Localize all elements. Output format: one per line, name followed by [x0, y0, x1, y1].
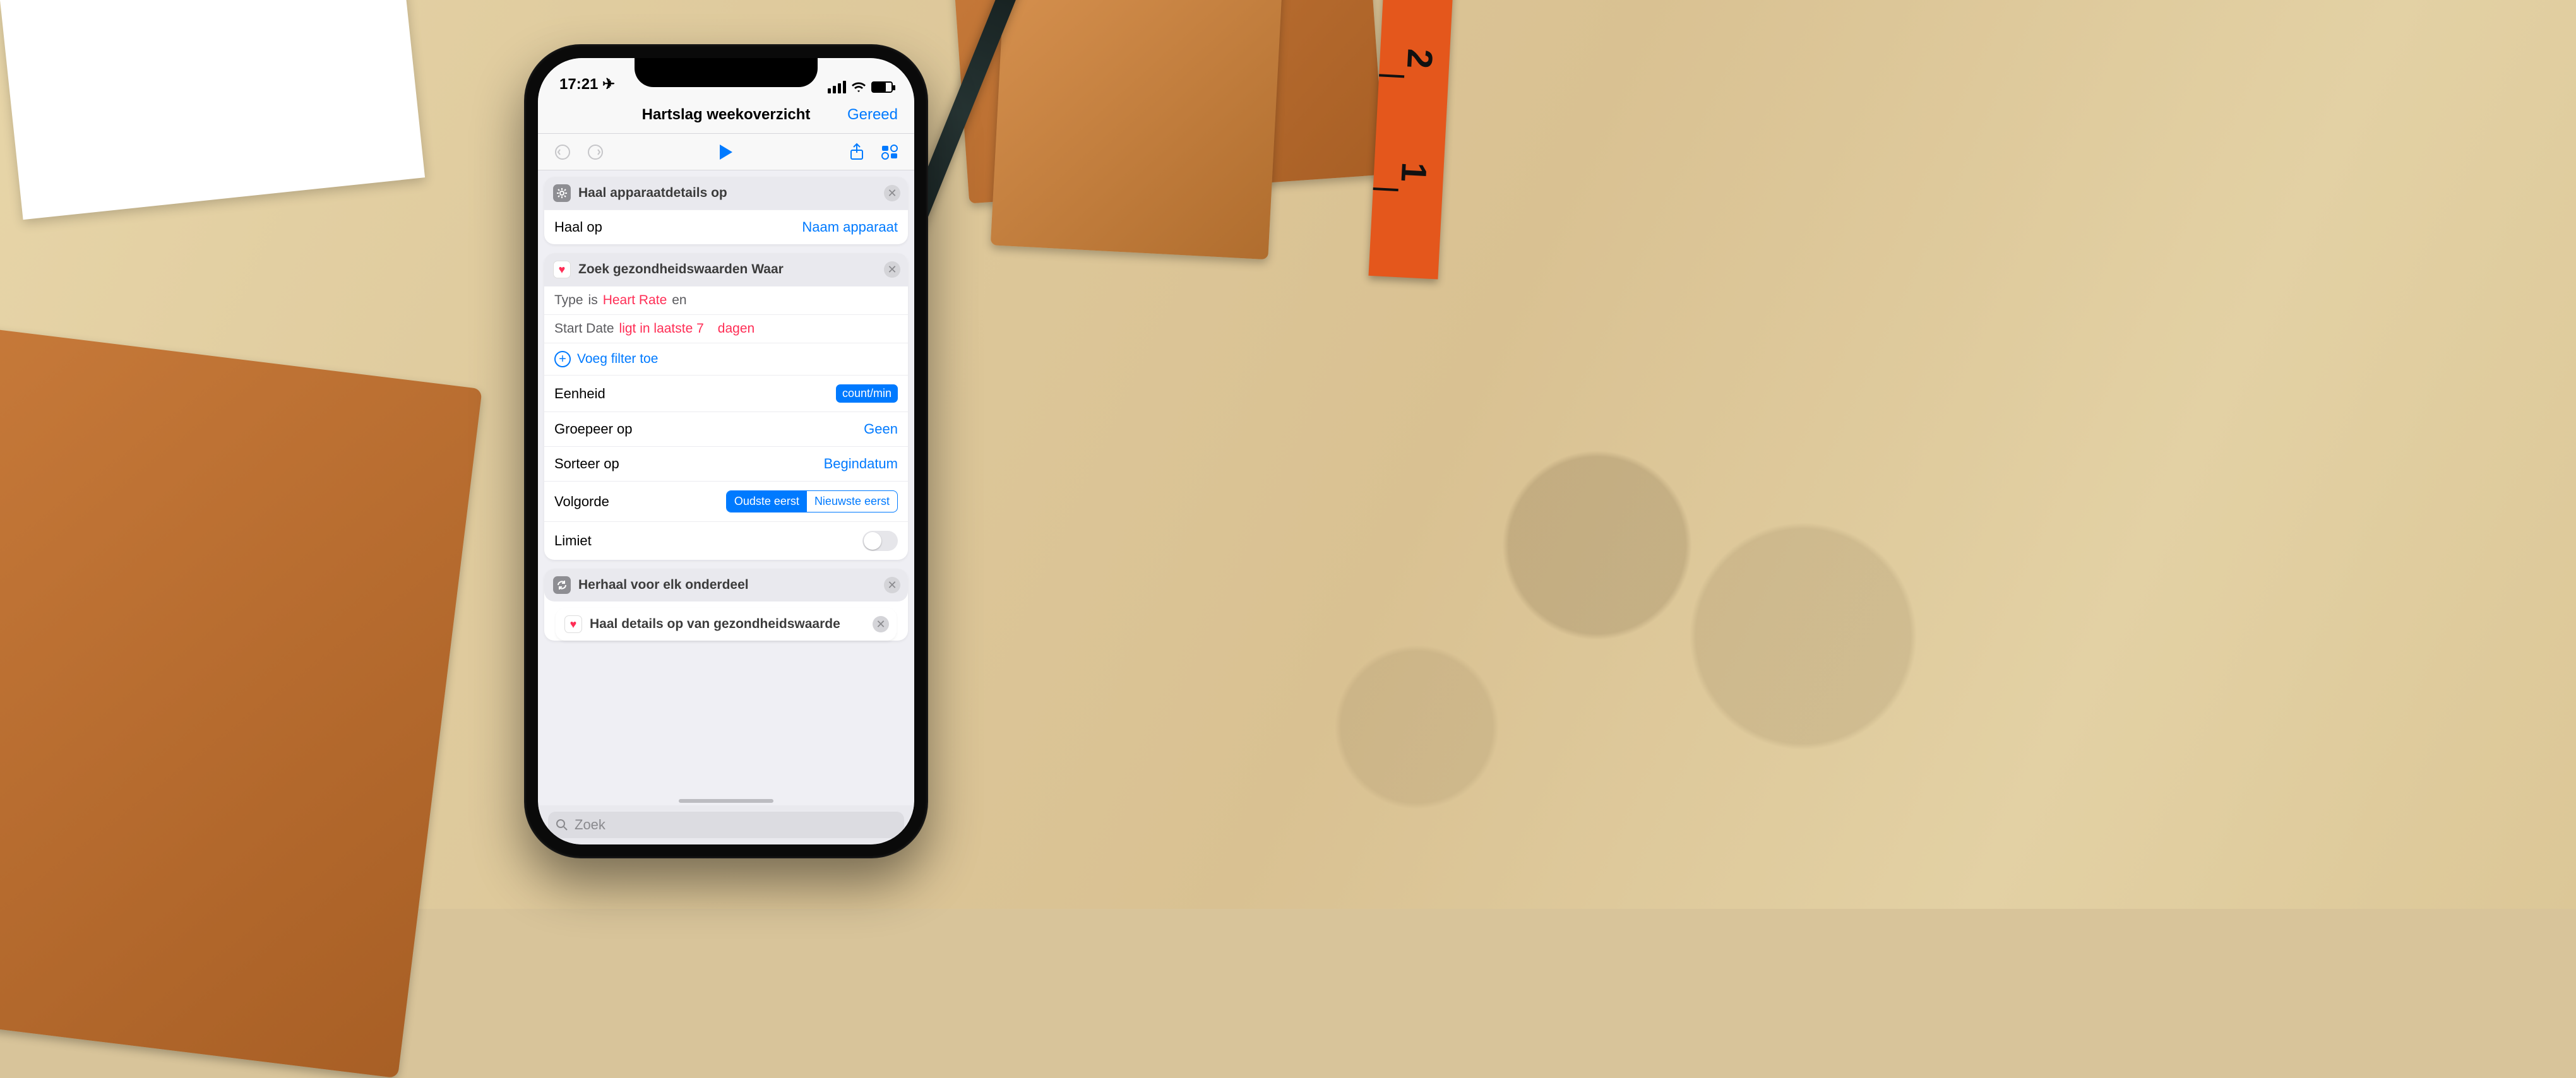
limit-switch[interactable]: [862, 531, 898, 551]
share-button[interactable]: [846, 141, 868, 163]
settings-toggle-button[interactable]: [879, 141, 900, 163]
play-icon: [720, 145, 732, 160]
ruler-mark: 1: [1393, 162, 1436, 184]
phone-screen: 17:21 ✈︎ Hartslag weekoverzicht Gereed: [538, 58, 914, 844]
redo-button[interactable]: [585, 141, 606, 163]
order-newest[interactable]: Nieuwste eerst: [807, 491, 897, 512]
filter-value[interactable]: Heart Rate: [603, 293, 667, 308]
leather-prop: [991, 0, 1282, 259]
group-value[interactable]: Geen: [864, 421, 898, 437]
undo-button[interactable]: [552, 141, 573, 163]
gear-icon: [553, 184, 571, 202]
page-title: Hartslag weekoverzicht: [642, 106, 811, 124]
row-label: Sorteer op: [554, 456, 619, 472]
row-label: Haal op: [554, 219, 602, 235]
action-card-device-details[interactable]: Haal apparaatdetails op ✕ Haal op Naam a…: [544, 177, 908, 244]
repeat-icon: [553, 576, 571, 594]
filter-unit[interactable]: dagen: [718, 321, 754, 336]
unit-badge[interactable]: count/min: [836, 384, 898, 403]
search-input[interactable]: Zoek: [548, 812, 904, 838]
heart-icon: ♥: [553, 261, 571, 278]
delete-action-button[interactable]: ✕: [884, 261, 900, 278]
iphone-frame: 17:21 ✈︎ Hartslag weekoverzicht Gereed: [524, 44, 928, 858]
action-card-find-health[interactable]: ♥ Zoek gezondheidswaarden Waar ✕ Type is…: [544, 253, 908, 560]
action-title: Haal details op van gezondheidswaarde: [590, 617, 840, 632]
search-bar-container: Zoek: [538, 805, 914, 844]
filter-conj: en: [672, 293, 686, 308]
row-label: Groepeer op: [554, 421, 633, 437]
done-button[interactable]: Gereed: [847, 106, 898, 124]
delete-action-button[interactable]: ✕: [884, 577, 900, 593]
row-label: Limiet: [554, 533, 592, 549]
device-name-value[interactable]: Naam apparaat: [802, 219, 898, 235]
cellular-icon: [828, 81, 846, 93]
nested-action-card[interactable]: ♥ Haal details op van gezondheidswaarde …: [556, 608, 897, 641]
row-label: Volgorde: [554, 494, 609, 510]
order-oldest[interactable]: Oudste eerst: [727, 491, 807, 512]
delete-action-button[interactable]: ✕: [884, 185, 900, 201]
ruler-prop: 2 1: [1369, 0, 1454, 280]
notch: [635, 58, 818, 87]
desk-background: 2 1 17:21 ✈︎ Hartslag weekoverzicht Ge: [0, 0, 2576, 909]
search-placeholder: Zoek: [575, 817, 605, 833]
filter-op[interactable]: is: [588, 293, 598, 308]
paper-prop: [0, 0, 425, 220]
delete-action-button[interactable]: ✕: [873, 616, 889, 632]
filter-op[interactable]: ligt in laatste 7: [619, 321, 704, 336]
plus-icon: +: [554, 351, 571, 367]
heart-icon: ♥: [564, 615, 582, 633]
filter-field[interactable]: Type: [554, 293, 583, 308]
nav-bar: Hartslag weekoverzicht Gereed: [538, 96, 914, 134]
action-title: Haal apparaatdetails op: [578, 186, 727, 201]
action-title: Herhaal voor elk onderdeel: [578, 578, 749, 593]
order-segmented[interactable]: Oudste eerst Nieuwste eerst: [726, 490, 898, 512]
action-title: Zoek gezondheidswaarden Waar: [578, 262, 784, 277]
search-icon: [556, 819, 568, 831]
battery-icon: [871, 81, 893, 93]
sort-value[interactable]: Begindatum: [824, 456, 898, 472]
status-time: 17:21 ✈︎: [559, 75, 615, 93]
toolbar: [538, 134, 914, 170]
add-filter-button[interactable]: + Voeg filter toe: [544, 343, 908, 375]
row-label: Eenheid: [554, 386, 605, 402]
shortcut-editor[interactable]: Haal apparaatdetails op ✕ Haal op Naam a…: [538, 170, 914, 844]
action-card-repeat-each[interactable]: Herhaal voor elk onderdeel ✕ ♥ Haal deta…: [544, 569, 908, 641]
leather-prop: [0, 323, 482, 1078]
wifi-icon: [851, 81, 866, 93]
ruler-mark: 2: [1399, 48, 1441, 70]
run-button[interactable]: [715, 141, 737, 163]
home-indicator[interactable]: [679, 799, 773, 803]
add-filter-label: Voeg filter toe: [577, 352, 658, 367]
filter-field[interactable]: Start Date: [554, 321, 614, 336]
